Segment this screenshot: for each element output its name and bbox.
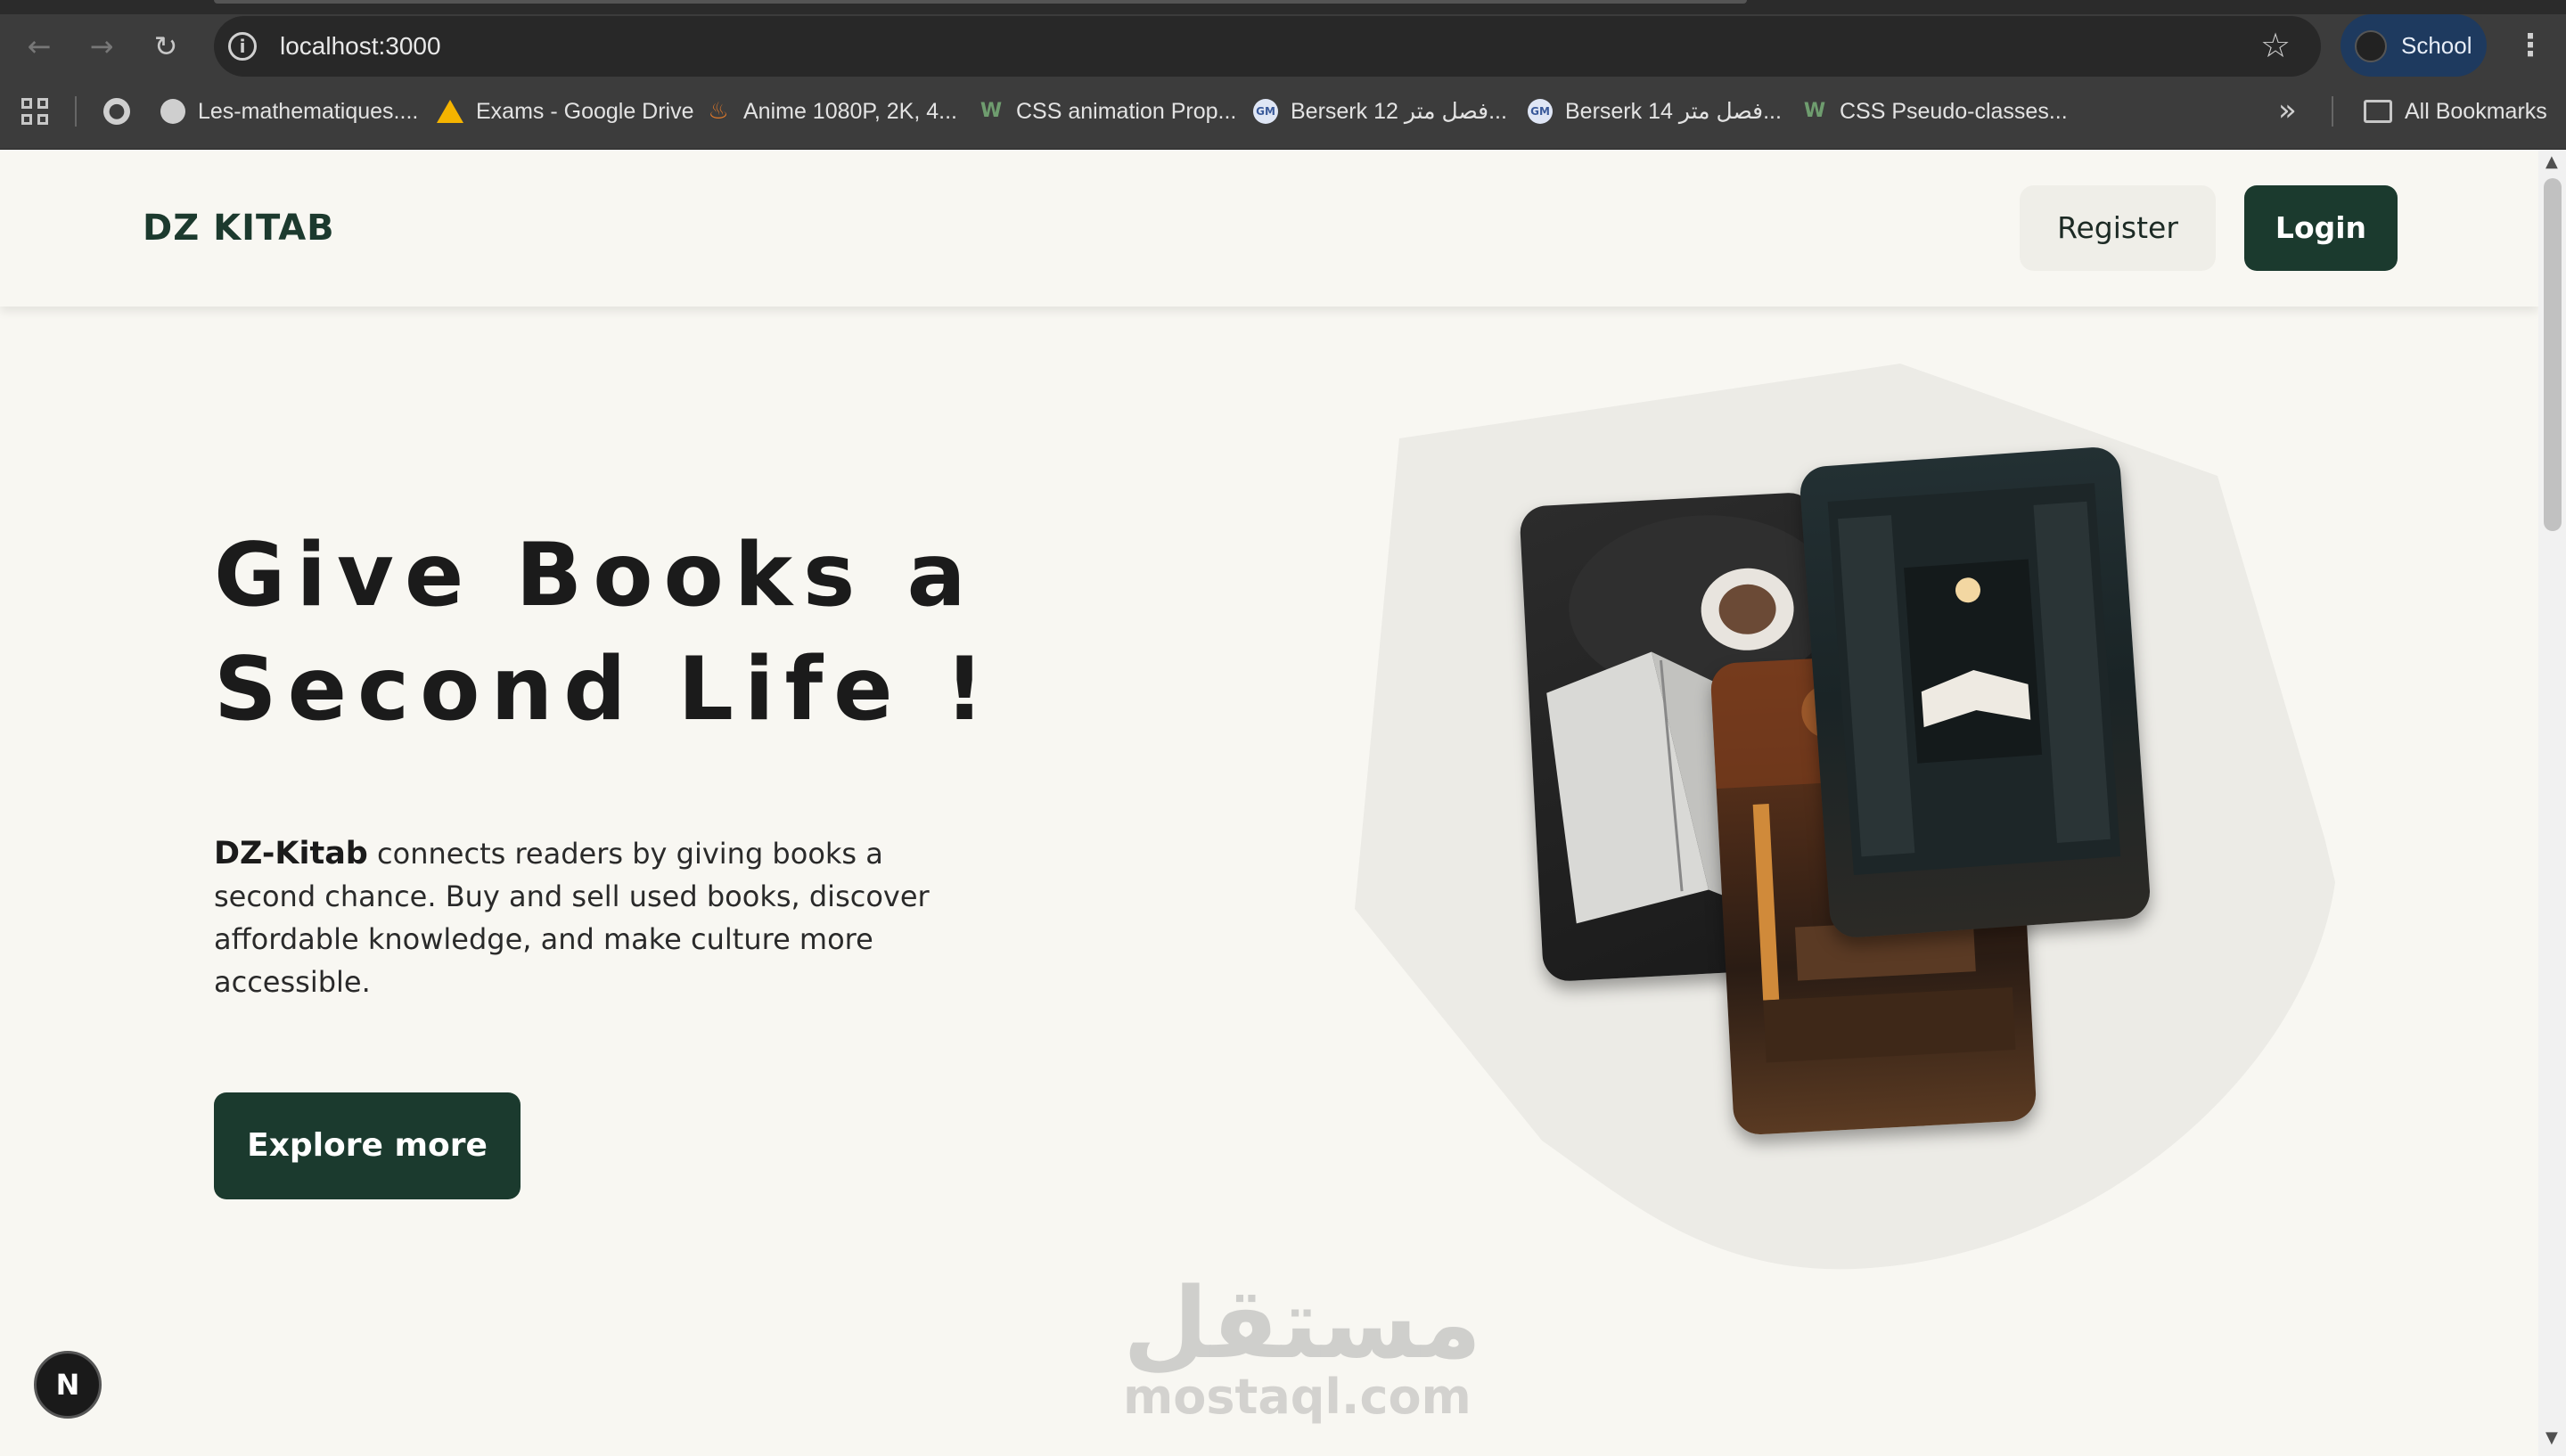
w3schools-icon: W [1803, 100, 1826, 122]
gm-icon: GM [1528, 99, 1553, 124]
bookmark-label: Exams - Google Drive [476, 98, 694, 124]
bookmark-label: Les-mathematiques.... [198, 98, 419, 124]
watermark: مستقل mostaql.com [1123, 1266, 1482, 1435]
bookmark-item[interactable]: W CSS Pseudo-classes... [1802, 94, 2068, 128]
bookmark-label: Berserk 14 فصل متر... [1565, 99, 1782, 124]
explore-more-button[interactable]: Explore more [214, 1092, 521, 1199]
forward-button[interactable]: → [82, 27, 121, 66]
folder-icon[interactable] [2364, 100, 2392, 123]
hero-description: DZ-Kitab connects readers by giving book… [214, 832, 945, 1003]
hero-title-line: Second Life ! [214, 639, 996, 740]
w3schools-icon: W [980, 100, 1003, 122]
browser-menu-icon[interactable]: ⋮ [2515, 27, 2546, 64]
library-image-card [1798, 446, 2152, 939]
reload-button[interactable]: ↻ [146, 27, 185, 66]
gm-icon: GM [1253, 99, 1278, 124]
globe-icon [160, 99, 185, 124]
flame-icon: ♨ [708, 98, 729, 125]
bookmark-label: CSS animation Prop... [1016, 98, 1237, 124]
bookmark-label: CSS Pseudo-classes... [1840, 98, 2068, 124]
login-button[interactable]: Login [2244, 185, 2398, 271]
profile-avatar [2355, 30, 2387, 62]
bookmark-item[interactable]: Exams - Google Drive [437, 94, 694, 128]
browser-window: ← → ↻ i localhost:3000 ☆ School ⋮ ● Les-… [0, 0, 2566, 1456]
active-tab-indicator [214, 0, 1747, 4]
tab-strip [0, 0, 2566, 14]
register-button[interactable]: Register [2020, 185, 2216, 271]
bookmark-label: Anime 1080P, 2K, 4... [743, 98, 957, 124]
bookmarks-divider [2332, 96, 2333, 127]
brand-name: DZ-Kitab [214, 836, 368, 871]
address-bar[interactable] [214, 16, 2321, 77]
profile-label: School [2401, 32, 2472, 59]
url-text[interactable]: localhost:3000 [280, 30, 441, 62]
bookmark-item[interactable]: W CSS animation Prop... [979, 94, 1236, 128]
scroll-down-icon[interactable]: ▼ [2546, 1429, 2558, 1447]
site-info-icon[interactable]: i [228, 32, 257, 61]
all-bookmarks-button[interactable]: All Bookmarks [2405, 94, 2547, 128]
bookmark-item[interactable]: GM Berserk 12 فصل متر... [1253, 94, 1507, 128]
hero-title: Give Books a Second Life ! [214, 519, 1052, 747]
drive-icon [437, 100, 463, 123]
watermark-arabic: مستقل [1123, 1266, 1482, 1380]
globe-icon[interactable]: ● [103, 98, 130, 125]
watermark-latin: mostaql.com [1123, 1369, 1472, 1425]
bookmark-star-icon[interactable]: ☆ [2260, 27, 2291, 64]
site-logo[interactable]: DZ KITAB [143, 205, 335, 251]
hero-title-line: Give Books a [214, 525, 977, 626]
back-button[interactable]: ← [20, 27, 59, 66]
nextjs-dev-badge[interactable]: N [34, 1351, 102, 1419]
bookmark-label: Berserk 12 فصل متر... [1291, 99, 1507, 124]
scrollbar-thumb[interactable] [2544, 178, 2562, 531]
chevron-double-right-icon[interactable]: » [2278, 93, 2297, 128]
library-open-book-image [1827, 483, 2121, 875]
scroll-up-icon[interactable]: ▲ [2546, 153, 2558, 171]
apps-grid-icon[interactable] [21, 98, 48, 125]
bookmarks-divider [75, 96, 77, 127]
bookmark-item[interactable]: GM Berserk 14 فصل متر... [1528, 94, 1782, 128]
bookmark-item[interactable]: ♨ Anime 1080P, 2K, 4... [706, 94, 957, 128]
bookmark-item[interactable]: Les-mathematiques.... [160, 94, 418, 128]
